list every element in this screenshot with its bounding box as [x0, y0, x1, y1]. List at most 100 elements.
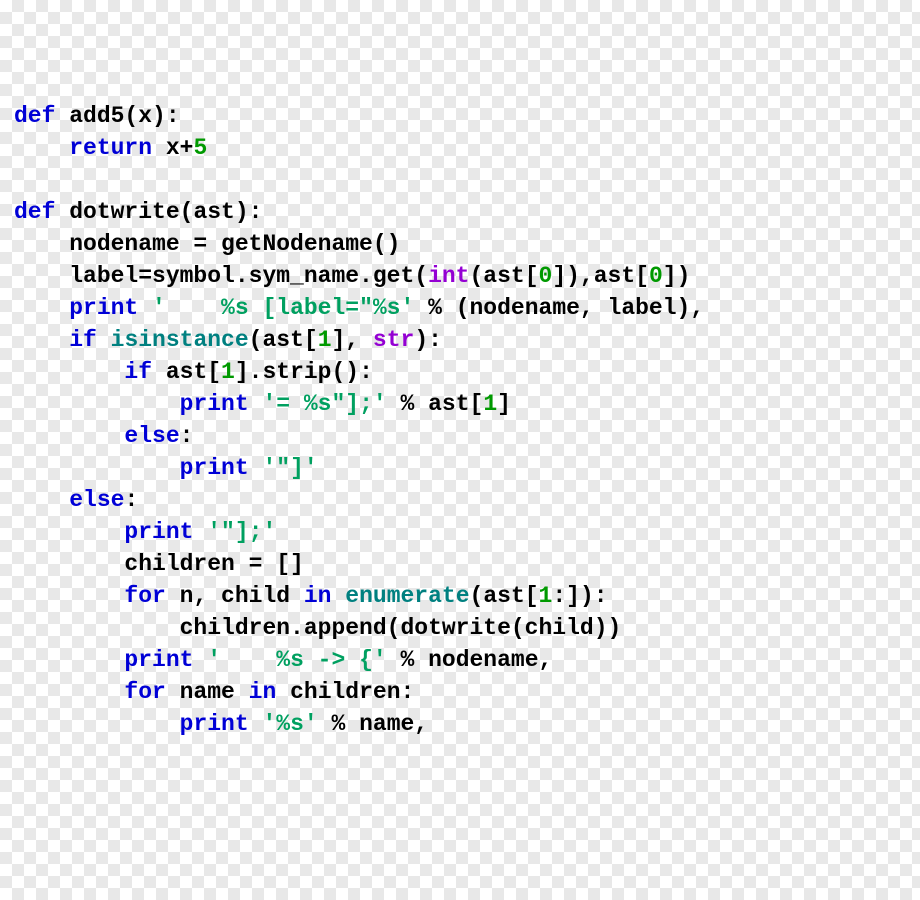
token-nm	[14, 423, 124, 449]
token-nm	[193, 647, 207, 673]
token-nm: nodename = getNodename()	[14, 231, 400, 257]
code-line: children.append(dotwrite(child))	[14, 612, 920, 644]
token-nm	[14, 487, 69, 513]
token-kw: for	[124, 583, 165, 609]
token-nm	[193, 519, 207, 545]
token-num: 1	[221, 359, 235, 385]
token-num: 0	[649, 263, 663, 289]
token-nm: ],	[332, 327, 373, 353]
token-kw: def	[14, 103, 55, 129]
code-line: print '"]'	[14, 452, 920, 484]
token-nm: x+	[152, 135, 193, 161]
token-nm: dotwrite(ast):	[55, 199, 262, 225]
token-nm	[14, 359, 124, 385]
token-str: '"];'	[207, 519, 276, 545]
token-str: ' %s -> {'	[207, 647, 386, 673]
code-line: def add5(x):	[14, 100, 920, 132]
token-kw: print	[69, 295, 138, 321]
token-nm	[249, 455, 263, 481]
token-kw: in	[304, 583, 332, 609]
token-kw: else	[69, 487, 124, 513]
token-nm: % (nodename, label),	[414, 295, 704, 321]
token-nm	[97, 327, 111, 353]
token-nm: % name,	[318, 711, 428, 737]
token-nm: n, child	[166, 583, 304, 609]
token-nm: :	[124, 487, 138, 513]
token-kw: print	[124, 647, 193, 673]
code-block: def add5(x): return x+5 def dotwrite(ast…	[14, 100, 920, 740]
token-num: 1	[318, 327, 332, 353]
token-nm: ):	[414, 327, 442, 353]
token-kw: print	[180, 711, 249, 737]
token-nm	[14, 327, 69, 353]
token-nm: children = []	[14, 551, 304, 577]
code-line: print '"];'	[14, 516, 920, 548]
token-kw: in	[249, 679, 277, 705]
token-nm	[14, 583, 124, 609]
token-num: 1	[483, 391, 497, 417]
token-bi: isinstance	[111, 327, 249, 353]
token-kw: for	[124, 679, 165, 705]
token-nm: ]),ast[	[552, 263, 649, 289]
code-line: else:	[14, 484, 920, 516]
token-nm	[138, 295, 152, 321]
token-str: '%s'	[262, 711, 317, 737]
token-kw: print	[180, 455, 249, 481]
token-nm: % nodename,	[387, 647, 553, 673]
token-nm	[331, 583, 345, 609]
token-kw: if	[124, 359, 152, 385]
token-nm: name	[166, 679, 249, 705]
token-nm: (ast[	[249, 327, 318, 353]
token-kw: if	[69, 327, 97, 353]
token-str: '= %s"];'	[262, 391, 386, 417]
token-nm	[14, 679, 124, 705]
code-line	[14, 164, 920, 196]
token-bi: enumerate	[345, 583, 469, 609]
token-fn: int	[428, 263, 469, 289]
token-nm	[14, 455, 180, 481]
token-nm	[14, 295, 69, 321]
token-nm: ast[	[152, 359, 221, 385]
token-nm: add5(x):	[55, 103, 179, 129]
token-num: 5	[193, 135, 207, 161]
code-line: print ' %s -> {' % nodename,	[14, 644, 920, 676]
token-nm: % ast[	[387, 391, 484, 417]
token-nm	[14, 519, 124, 545]
token-nm: ])	[663, 263, 691, 289]
code-line: else:	[14, 420, 920, 452]
token-nm	[14, 711, 180, 737]
token-kw: else	[124, 423, 179, 449]
token-kw: print	[180, 391, 249, 417]
code-line: print ' %s [label="%s' % (nodename, labe…	[14, 292, 920, 324]
token-nm: children:	[276, 679, 414, 705]
code-line: for name in children:	[14, 676, 920, 708]
code-line: if ast[1].strip():	[14, 356, 920, 388]
token-nm	[14, 647, 124, 673]
token-str: '"]'	[262, 455, 317, 481]
token-nm: (ast[	[470, 263, 539, 289]
token-nm: ]	[497, 391, 511, 417]
token-num: 0	[539, 263, 553, 289]
token-nm: (ast[	[470, 583, 539, 609]
token-kw: def	[14, 199, 55, 225]
token-str: ' %s [label="%s'	[152, 295, 414, 321]
code-line: nodename = getNodename()	[14, 228, 920, 260]
code-line: print '%s' % name,	[14, 708, 920, 740]
token-nm	[249, 711, 263, 737]
token-kw: return	[69, 135, 152, 161]
token-nm	[14, 391, 180, 417]
code-line: def dotwrite(ast):	[14, 196, 920, 228]
token-num: 1	[539, 583, 553, 609]
token-nm: ].strip():	[235, 359, 373, 385]
code-line: children = []	[14, 548, 920, 580]
token-nm	[249, 391, 263, 417]
code-line: return x+5	[14, 132, 920, 164]
token-kw: print	[124, 519, 193, 545]
code-line: if isinstance(ast[1], str):	[14, 324, 920, 356]
token-nm	[14, 135, 69, 161]
token-nm: :]):	[552, 583, 607, 609]
token-nm: label=symbol.sym_name.get(	[14, 263, 428, 289]
token-nm: children.append(dotwrite(child))	[14, 615, 621, 641]
token-nm: :	[180, 423, 194, 449]
code-line: print '= %s"];' % ast[1]	[14, 388, 920, 420]
